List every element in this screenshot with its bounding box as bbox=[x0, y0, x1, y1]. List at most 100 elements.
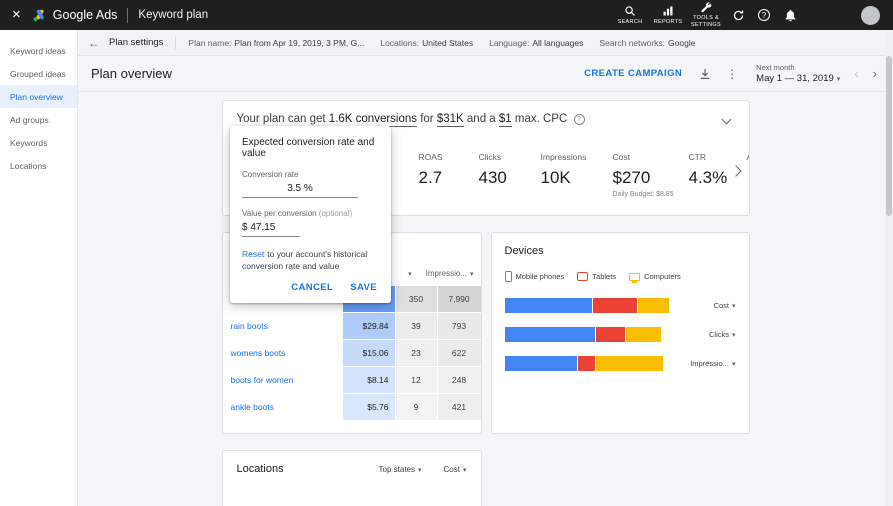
plan-title: Keyword plan bbox=[138, 9, 209, 21]
save-button[interactable]: SAVE bbox=[350, 282, 377, 293]
caret-down-icon: ▾ bbox=[731, 302, 736, 310]
tools-settings-button[interactable]: TOOLS & SETTINGS bbox=[687, 1, 725, 29]
create-campaign-button[interactable]: CREATE CAMPAIGN bbox=[584, 68, 682, 79]
metric-label: CTR bbox=[688, 152, 706, 162]
locations-info: Locations: United States bbox=[380, 38, 473, 48]
close-icon[interactable]: × bbox=[0, 0, 32, 30]
help-icon[interactable]: ? bbox=[573, 114, 585, 125]
impressions-cell: 421 bbox=[437, 394, 481, 420]
metric-value: 430 bbox=[478, 168, 507, 187]
refresh-icon[interactable] bbox=[725, 9, 751, 22]
computer-icon bbox=[629, 272, 641, 283]
plan-name-value: Plan from Apr 19, 2019, 3 PM, G... bbox=[234, 37, 365, 48]
bar-metric-dropdown-cost[interactable]: Cost ▾ bbox=[714, 301, 736, 310]
impressions-cell: 793 bbox=[437, 313, 481, 339]
page-title: Plan overview bbox=[91, 66, 172, 81]
legend-m obile-phones: Mobile phones bbox=[504, 271, 565, 282]
bar-segment-mobile bbox=[504, 356, 577, 371]
bar-metric-dropdown-impressions[interactable]: Impressio... ▾ bbox=[690, 359, 735, 368]
keyword-link[interactable]: boots for women bbox=[222, 367, 342, 393]
legend-label: Mobile phones bbox=[515, 272, 565, 281]
search-button[interactable]: SEARCH bbox=[611, 5, 649, 26]
sidebar-item-ad-groups[interactable]: Ad groups bbox=[0, 108, 77, 131]
keyword-link[interactable]: rain boots bbox=[222, 313, 342, 339]
clicks-cell: 12 bbox=[395, 367, 437, 393]
bar-metric-label: Clicks bbox=[708, 330, 729, 339]
sidebar-item-grouped-ideas[interactable]: Grouped ideas bbox=[0, 62, 77, 85]
help-icon[interactable]: ? bbox=[751, 9, 777, 21]
table-row[interactable]: ankle boots $5.76 9 421 bbox=[222, 394, 481, 420]
sentence-text: and a bbox=[466, 113, 496, 125]
sort-caret-icon[interactable]: ▾ bbox=[408, 270, 412, 278]
plan-settings-bar: ← Plan settings Plan name: Plan from Apr … bbox=[78, 30, 893, 56]
bar-metric-label: Cost bbox=[713, 301, 729, 310]
download-icon[interactable] bbox=[698, 67, 712, 81]
caret-down-icon: ▾ bbox=[462, 466, 467, 474]
conversion-rate-input[interactable]: 3.5 % bbox=[242, 179, 358, 198]
cost-cell: $8.14 bbox=[342, 367, 395, 393]
metric-label: Impressions bbox=[540, 152, 587, 162]
stacked-bar-clicks bbox=[504, 327, 673, 342]
stacked-bar-impressions bbox=[504, 356, 673, 371]
value-per-conversion-label: Value per conversion (optional) bbox=[242, 209, 379, 218]
help-glyph: ? bbox=[758, 9, 770, 21]
more-options-icon[interactable]: ⋮ bbox=[726, 67, 738, 81]
clicks-cell: 350 bbox=[395, 286, 437, 312]
plan-settings-label[interactable]: Plan settings bbox=[109, 37, 163, 48]
top-states-label: Top states bbox=[378, 465, 416, 474]
sentence-text: Your plan can get bbox=[236, 113, 326, 125]
table-row[interactable]: boots for women $8.14 12 248 bbox=[222, 367, 481, 393]
bar-segment-computer bbox=[595, 356, 663, 371]
cost-value[interactable]: $31K bbox=[436, 113, 464, 127]
top-states-dropdown[interactable]: Top states ▾ bbox=[379, 465, 422, 474]
cost-cell: $5.76 bbox=[342, 394, 395, 420]
dialog-title: Expected conversion rate and value bbox=[242, 137, 375, 159]
plan-name-info: Plan name: Plan from Apr 19, 2019, 3 PM, … bbox=[188, 38, 364, 48]
metric-cost: Cost $270 Daily Budget: $8.85 bbox=[613, 152, 689, 198]
locations-value: United States bbox=[422, 37, 474, 48]
table-row[interactable]: rain boots $29.84 39 793 bbox=[222, 313, 481, 339]
value-per-conversion-input[interactable]: $ 47.15 bbox=[242, 218, 300, 237]
caret-down-icon: ▾ bbox=[418, 466, 422, 474]
table-row[interactable]: womens boots $15.06 23 622 bbox=[222, 340, 481, 366]
cost-dropdown[interactable]: Cost ▾ bbox=[444, 465, 467, 474]
sidebar-item-plan-overview[interactable]: Plan overview bbox=[0, 85, 77, 108]
dialog-actions: CANCEL SAVE bbox=[242, 282, 379, 293]
scrollbar-thumb[interactable] bbox=[886, 56, 892, 216]
main-content: Plan overview CREATE CAMPAIGN ⋮ Next mon… bbox=[78, 56, 893, 506]
keywords-sort-controls: ▾ Impressio... ▾ bbox=[408, 269, 473, 278]
previous-period-icon[interactable]: ‹ bbox=[854, 67, 858, 80]
legend-label: Tablets bbox=[592, 272, 617, 281]
legend-computers: Computers bbox=[629, 272, 681, 283]
avatar[interactable] bbox=[861, 5, 880, 25]
sidebar-item-locations[interactable]: Locations bbox=[0, 154, 77, 177]
keyword-link[interactable]: womens boots bbox=[222, 340, 342, 366]
date-range-selector[interactable]: Next month May 1 — 31, 2019 ▾ bbox=[756, 63, 840, 84]
impressions-cell: 7,990 bbox=[437, 286, 481, 312]
bar-metric-dropdown-clicks[interactable]: Clicks ▾ bbox=[709, 330, 736, 339]
back-arrow-icon[interactable]: ← bbox=[78, 36, 109, 50]
reports-button[interactable]: REPORTS bbox=[649, 5, 687, 26]
metric-label: ROAS bbox=[418, 152, 443, 162]
cost-cell: $29.84 bbox=[342, 313, 395, 339]
device-bar-row: Clicks ▾ bbox=[504, 327, 736, 342]
reset-link[interactable]: Reset bbox=[242, 249, 264, 259]
sidebar-item-keywords[interactable]: Keywords bbox=[0, 131, 77, 154]
google-ads-logo bbox=[32, 8, 47, 23]
app-name: Google Ads bbox=[52, 8, 118, 22]
next-period-icon[interactable]: › bbox=[873, 67, 877, 80]
devices-bars: Cost ▾ Clicks ▾ Impressio... ▾ bbox=[504, 298, 736, 371]
bar-segment-mobile bbox=[504, 327, 596, 342]
tablet-icon bbox=[577, 272, 589, 281]
impressions-column-header[interactable]: Impressio... ▾ bbox=[426, 269, 474, 278]
cancel-button[interactable]: CANCEL bbox=[291, 282, 333, 293]
sentence-text: max. CPC bbox=[514, 113, 568, 125]
keyword-link[interactable]: ankle boots bbox=[222, 394, 342, 420]
value-label-text: Value per conversion bbox=[242, 209, 317, 218]
notifications-bell-icon[interactable] bbox=[777, 9, 803, 22]
legend-tablets: Tablets bbox=[577, 272, 616, 281]
conversions-value[interactable]: 1.6K conversions bbox=[328, 113, 418, 127]
locations-filters: Top states ▾ Cost ▾ bbox=[379, 463, 467, 474]
sidebar-item-keyword-ideas[interactable]: Keyword ideas bbox=[0, 39, 77, 62]
max-cpc-value[interactable]: $1 bbox=[498, 113, 512, 127]
